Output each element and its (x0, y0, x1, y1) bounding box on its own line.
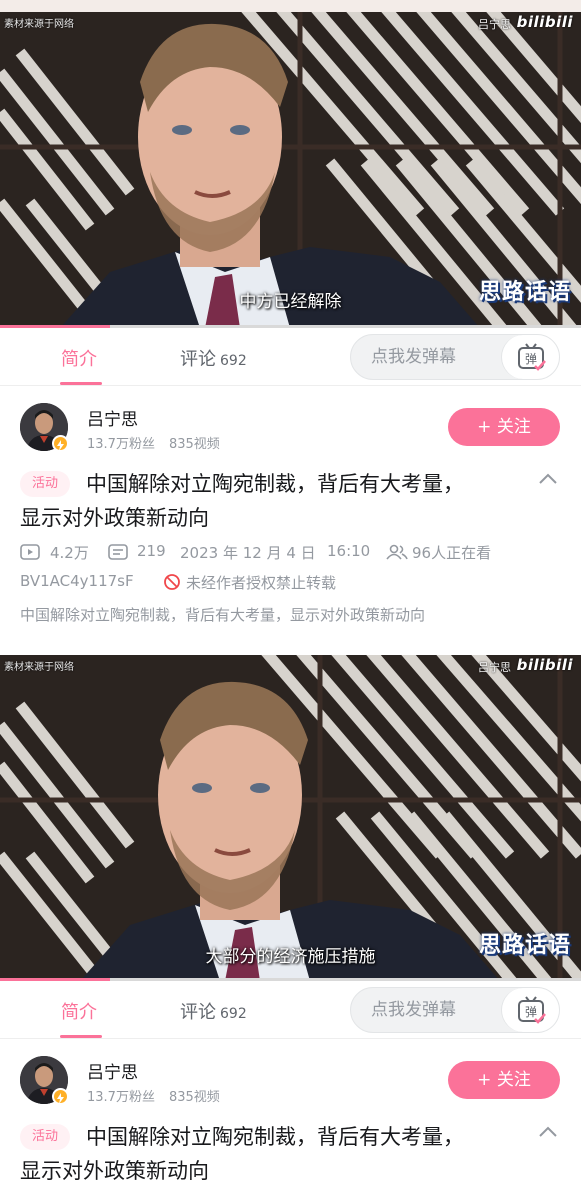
follow-button[interactable]: + 关注 (448, 1061, 560, 1099)
bvid-row: BV1AC4y117sF 未经作者授权禁止转载 (0, 568, 581, 598)
svg-text:弹: 弹 (525, 352, 537, 366)
video-title-line-1: 中国解除对立陶宛制裁，背后有大考量， (86, 1125, 464, 1149)
author-followers: 13.7万粉丝 (87, 437, 155, 452)
author-name[interactable]: 吕宁思 (87, 405, 138, 430)
video-title-line-2: 显示对外政策新动向 (20, 506, 209, 530)
screenshot-frame-2: 素材来源于网络 吕宁思 bilibili 思路话语 大部分的经济施压措施 简介 … (0, 655, 581, 1200)
danmaku-toggle-button[interactable]: 弹 (501, 988, 559, 1032)
chevron-up-icon[interactable] (538, 1125, 558, 1139)
video-title-line-2: 显示对外政策新动向 (20, 1159, 209, 1183)
comments-count: 692 (220, 1006, 247, 1022)
bilibili-logo: bilibili (516, 13, 573, 31)
danmaku-count: 219 (137, 542, 166, 560)
view-count: 4.2万 (50, 544, 89, 562)
danmaku-box: 弹 (350, 987, 560, 1033)
danmaku-input[interactable] (353, 337, 499, 377)
video-title-block: 活动 中国解除对立陶宛制裁，背后有大考量， 显示对外政策新动向 (0, 466, 581, 536)
active-tab-indicator (60, 382, 102, 385)
video-description: 中国解除对立陶宛制裁，背后有大考量，显示对外政策新动向 (0, 598, 581, 628)
author-row: 吕宁思 13.7万粉丝 835视频 + 关注 (0, 386, 581, 466)
video-title-line-1: 中国解除对立陶宛制裁，背后有大考量， (86, 472, 464, 496)
tab-comments-label: 评论 (180, 1002, 216, 1023)
no-repost-notice: 未经作者授权禁止转载 (186, 574, 337, 592)
tab-comments-label: 评论 (180, 349, 216, 370)
uploader-watermark: 吕宁思 (478, 18, 511, 31)
tab-comments[interactable]: 评论 692 (180, 345, 247, 371)
publish-date: 2023 年 12 月 4 日 (180, 544, 316, 562)
activity-tag[interactable]: 活动 (20, 1124, 71, 1150)
tab-intro[interactable]: 简介 (61, 998, 97, 1024)
video-meta-row: 4.2万 219 2023 年 12 月 4 日 16:10 96人正在看 (0, 536, 581, 568)
watching-people-icon (386, 544, 408, 560)
bilibili-logo: bilibili (516, 656, 573, 674)
author-followers: 13.7万粉丝 (87, 1090, 155, 1105)
danmaku-toggle-icon: 弹 (518, 996, 546, 1024)
verified-badge-icon (52, 435, 69, 452)
detail-tabs: 简介 评论692 弹 (0, 981, 581, 1039)
publish-time: 16:10 (327, 542, 371, 560)
source-note: 素材来源于网络 (4, 662, 74, 673)
svg-text:弹: 弹 (525, 1005, 537, 1019)
video-player[interactable]: 素材来源于网络 吕宁思 bilibili 思路话语 中方已经解除 (0, 12, 581, 328)
video-player[interactable]: 素材来源于网络 吕宁思 bilibili 思路话语 大部分的经济施压措施 (0, 655, 581, 981)
author-stats: 13.7万粉丝 835视频 (87, 433, 220, 452)
verified-badge-icon (52, 1088, 69, 1105)
watching-count: 96人正在看 (412, 544, 492, 562)
no-repost-icon (164, 574, 180, 590)
play-count-icon (20, 544, 40, 560)
chevron-up-icon[interactable] (538, 472, 558, 486)
detail-tabs: 简介 评论692 弹 (0, 328, 581, 386)
danmaku-input[interactable] (353, 990, 499, 1030)
active-tab-indicator (60, 1035, 102, 1038)
video-title-block: 活动 中国解除对立陶宛制裁，背后有大考量， 显示对外政策新动向 (0, 1119, 581, 1189)
author-row: 吕宁思 13.7万粉丝 835视频 + 关注 (0, 1039, 581, 1119)
danmaku-box: 弹 (350, 334, 560, 380)
danmaku-toggle-button[interactable]: 弹 (501, 335, 559, 379)
danmaku-count-icon (108, 544, 128, 560)
follow-button[interactable]: + 关注 (448, 408, 560, 446)
tab-comments[interactable]: 评论 692 (180, 998, 247, 1024)
comments-count: 692 (220, 353, 247, 369)
tab-intro[interactable]: 简介 (61, 345, 97, 371)
video-detail-panel: 简介 评论692 弹 (0, 981, 581, 1200)
screenshot-frame-1: 素材来源于网络 吕宁思 bilibili 思路话语 中方已经解除 简介 评论 69… (0, 0, 581, 655)
author-stats: 13.7万粉丝 835视频 (87, 1086, 220, 1105)
author-name[interactable]: 吕宁思 (87, 1058, 138, 1083)
author-videos: 835视频 (168, 437, 220, 452)
author-videos: 835视频 (168, 1090, 220, 1105)
video-subtitle: 大部分的经济施压措施 (205, 947, 376, 967)
source-note: 素材来源于网络 (4, 19, 74, 30)
bvid[interactable]: BV1AC4y117sF (20, 572, 134, 590)
description-text: 中国解除对立陶宛制裁，背后有大考量，显示对外政策新动向 (20, 606, 426, 624)
danmaku-toggle-icon: 弹 (518, 343, 546, 371)
video-detail-panel: 简介 评论692 弹 (0, 328, 581, 655)
video-subtitle: 中方已经解除 (239, 292, 342, 312)
activity-tag[interactable]: 活动 (20, 471, 71, 497)
uploader-watermark: 吕宁思 (478, 661, 511, 674)
